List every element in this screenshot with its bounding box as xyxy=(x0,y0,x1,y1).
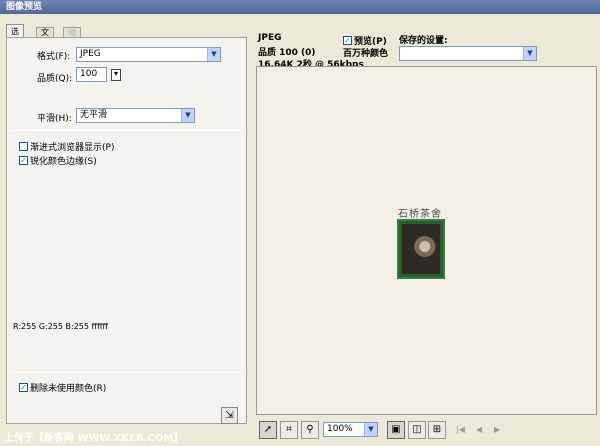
first-frame-icon: |◀ xyxy=(456,425,465,434)
check-icon[interactable]: ✓ xyxy=(19,156,28,165)
watermark-text: 上传于【新客网 WWW.XKER.COM】 xyxy=(4,433,184,444)
progressive-checkbox[interactable]: 渐进式浏览器显示(P) xyxy=(19,140,114,153)
preview-colors: 百万种颜色 xyxy=(343,49,389,59)
magnifier-icon[interactable]: ⚲ xyxy=(301,421,319,439)
preview-image-frame xyxy=(397,219,445,279)
progressive-checkbox-box[interactable] xyxy=(19,142,28,151)
tab-options[interactable]: 选项 xyxy=(6,24,24,49)
smoothing-label: 平滑(H): xyxy=(37,114,72,124)
sharpen-checkbox[interactable]: ✓ 锐化颜色边缘(S) xyxy=(19,154,97,167)
chevron-down-icon: ▼ xyxy=(364,423,377,436)
single-view-icon[interactable]: ▣ xyxy=(387,421,405,439)
image-caption: 石桥茶舍 xyxy=(398,209,442,220)
check-icon[interactable]: ✓ xyxy=(343,36,352,45)
remove-unused-colors-checkbox[interactable]: ✓ 删除未使用颜色(R) xyxy=(19,381,106,394)
saved-settings-label: 保存的设置: xyxy=(399,36,448,46)
pointer-icon[interactable]: ➚ xyxy=(259,421,277,439)
preview-canvas[interactable]: 石桥茶舍 xyxy=(256,66,597,415)
quality-slider-button[interactable]: ▾ xyxy=(111,69,121,81)
chevron-down-icon: ▼ xyxy=(523,47,536,60)
split-view-icon[interactable]: ◫ xyxy=(408,421,426,439)
zoom-value: 100% xyxy=(327,424,353,434)
export-icon[interactable]: ⇲ xyxy=(221,407,238,424)
divider xyxy=(11,130,242,131)
options-tab-panel: 格式(F): JPEG ▼ 品质(Q): 100 ▾ 平滑(H): 无平滑 ▼ … xyxy=(6,37,247,424)
image-preview-dialog: 图像预览 选项 文件 动画 格式(F): JPEG ▼ 品质(Q): 100 ▾… xyxy=(0,0,600,446)
crop-icon[interactable]: ⌗ xyxy=(280,421,298,439)
chevron-down-icon: ▼ xyxy=(181,109,194,122)
color-readout: R:255 G:255 B:255 ffffff xyxy=(13,322,109,331)
format-select[interactable]: JPEG ▼ xyxy=(76,47,221,62)
window-title: 图像预览 xyxy=(0,0,600,14)
smoothing-select[interactable]: 无平滑 ▼ xyxy=(76,108,195,123)
quad-view-icon[interactable]: ⊞ xyxy=(428,421,446,439)
quality-label: 品质(Q): xyxy=(37,74,73,84)
teapot-photo xyxy=(402,224,440,274)
sharpen-label: 锐化颜色边缘(S) xyxy=(30,157,97,167)
next-frame-icon: ▶ xyxy=(494,425,501,434)
preview-format: JPEG xyxy=(258,33,282,43)
format-value: JPEG xyxy=(80,49,101,59)
prev-frame-icon: ◀ xyxy=(476,425,483,434)
check-icon[interactable]: ✓ xyxy=(19,383,28,392)
remove-unused-label: 删除未使用颜色(R) xyxy=(30,384,107,394)
divider xyxy=(11,372,242,373)
smoothing-value: 无平滑 xyxy=(80,110,108,120)
options-panel: 选项 文件 动画 格式(F): JPEG ▼ 品质(Q): 100 ▾ 平滑(H… xyxy=(3,24,247,427)
saved-settings-select[interactable]: ▼ xyxy=(399,46,537,61)
quality-input[interactable]: 100 xyxy=(76,67,107,82)
zoom-select[interactable]: 100% ▼ xyxy=(323,422,378,437)
chevron-down-icon: ▼ xyxy=(207,48,220,61)
format-label: 格式(F): xyxy=(37,52,71,62)
preview-toolbar: ➚ ⌗ ⚲ 100% ▼ ▣ ◫ ⊞ |◀ ◀ ▶ xyxy=(256,419,597,441)
progressive-label: 渐进式浏览器显示(P) xyxy=(30,143,115,153)
